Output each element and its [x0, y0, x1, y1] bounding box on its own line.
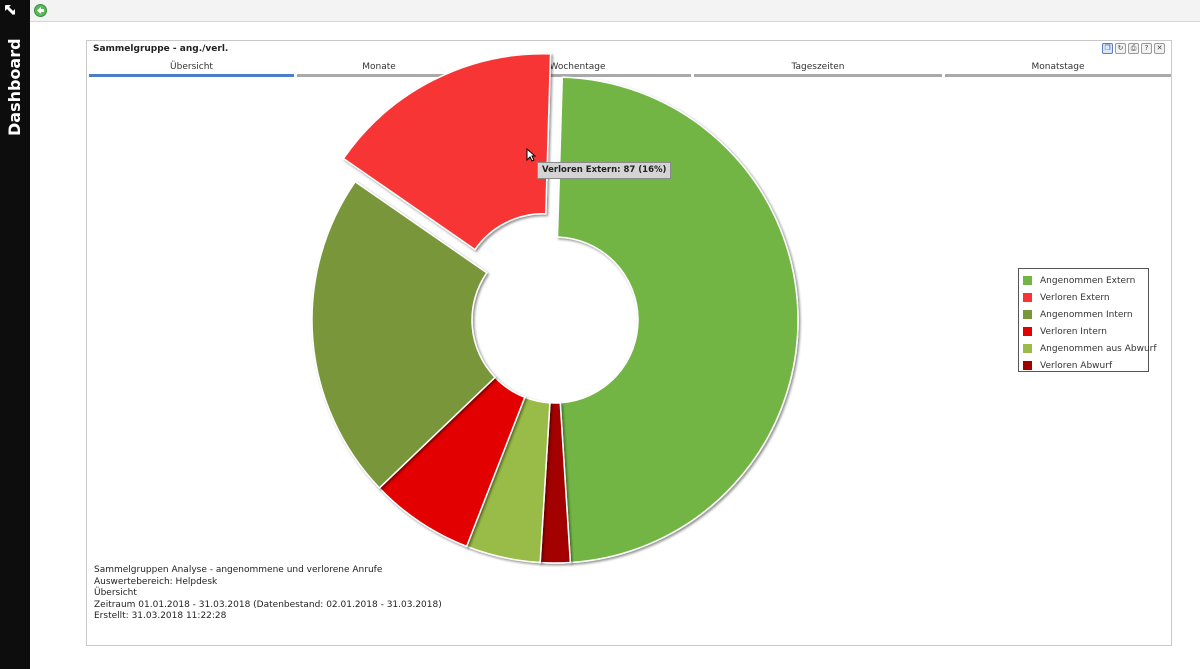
- legend-label: Angenommen Intern: [1040, 309, 1133, 320]
- top-toolbar: [30, 0, 1200, 22]
- legend-label: Angenommen aus Abwurf: [1040, 343, 1157, 354]
- legend-swatch: [1023, 276, 1032, 285]
- tab-bar: Übersicht Monate Wochentage Tageszeiten …: [89, 61, 1171, 77]
- legend-item[interactable]: Angenommen aus Abwurf: [1019, 340, 1157, 357]
- legend-swatch: [1023, 293, 1032, 302]
- panel-title: Sammelgruppe - ang./verl.: [93, 44, 229, 54]
- help-icon[interactable]: ?: [1141, 43, 1152, 54]
- expand-arrow-icon[interactable]: [4, 4, 16, 16]
- legend-item[interactable]: Angenommen Extern: [1019, 272, 1148, 289]
- sidebar-title[interactable]: Dashboard: [3, 36, 27, 136]
- report-view: Übersicht: [94, 588, 137, 599]
- tab-uebersicht[interactable]: Übersicht: [89, 61, 294, 77]
- panel-tools: ❐ ↻ ⎙ ? ✕: [1102, 43, 1165, 54]
- legend-label: Angenommen Extern: [1040, 275, 1136, 286]
- green-back-arrow-icon[interactable]: [34, 4, 47, 17]
- tab-tageszeiten[interactable]: Tageszeiten: [694, 61, 942, 77]
- legend-label: Verloren Extern: [1040, 292, 1110, 303]
- close-icon[interactable]: ✕: [1154, 43, 1165, 54]
- report-title: Sammelgruppen Analyse - angenommene und …: [94, 565, 383, 575]
- legend-item[interactable]: Verloren Intern: [1019, 323, 1148, 340]
- tab-monatstage[interactable]: Monatstage: [945, 61, 1171, 77]
- legend-label: Verloren Abwurf: [1040, 360, 1113, 371]
- legend-swatch: [1023, 344, 1032, 353]
- legend-item[interactable]: Angenommen Intern: [1019, 306, 1148, 323]
- legend-label: Verloren Intern: [1040, 326, 1107, 337]
- copy-icon[interactable]: ❐: [1102, 43, 1113, 54]
- print-icon[interactable]: ⎙: [1128, 43, 1139, 54]
- legend-swatch: [1023, 327, 1032, 336]
- report-created: Erstellt: 31.03.2018 11:22:28: [94, 611, 227, 622]
- panel-header: Sammelgruppe - ang./verl. ❐ ↻ ⎙ ? ✕: [87, 41, 1171, 57]
- report-period: Zeitraum 01.01.2018 - 31.03.2018 (Datenb…: [94, 599, 442, 610]
- mouse-cursor-icon: [526, 148, 536, 162]
- tab-monate[interactable]: Monate: [297, 61, 461, 77]
- legend-item[interactable]: Verloren Extern: [1019, 289, 1148, 306]
- chart-tooltip: Verloren Extern: 87 (16%): [537, 162, 672, 179]
- sidebar: Dashboard: [0, 0, 30, 669]
- refresh-icon[interactable]: ↻: [1115, 43, 1126, 54]
- report-info: Sammelgruppen Analyse - angenommene und …: [94, 565, 442, 623]
- legend-item[interactable]: Verloren Abwurf: [1019, 357, 1148, 374]
- chart-legend: Angenommen Extern Verloren Extern Angeno…: [1018, 268, 1157, 374]
- legend-swatch: [1023, 361, 1032, 370]
- report-scope: Auswertebereich: Helpdesk: [94, 576, 218, 587]
- legend-swatch: [1023, 310, 1032, 319]
